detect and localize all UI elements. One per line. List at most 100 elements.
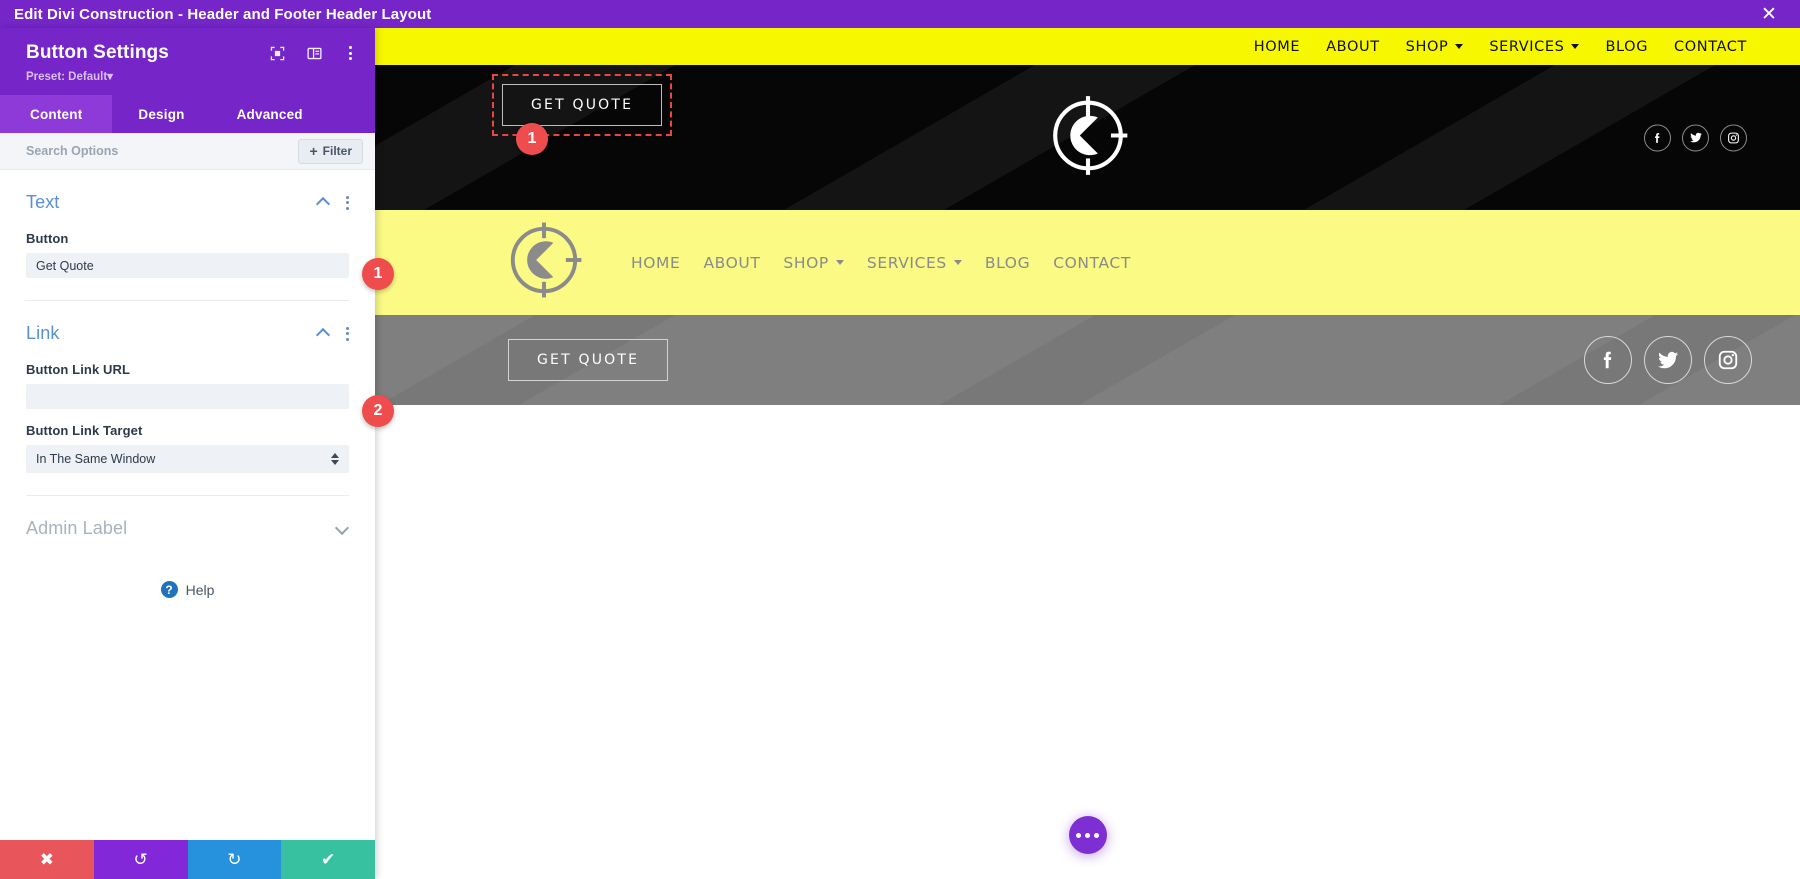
nav-item-services[interactable]: SERVICES [1489, 38, 1580, 55]
nav-label: SERVICES [866, 253, 947, 272]
chevron-up-icon[interactable] [317, 327, 330, 340]
callout-badge-1-preview: 1 [516, 123, 548, 155]
help-icon: ? [160, 581, 178, 598]
nav-item-home[interactable]: HOME [631, 254, 680, 272]
nav-item-blog[interactable]: BLOG [1605, 39, 1648, 55]
focus-target-icon[interactable] [270, 46, 285, 61]
nav-label: BLOG [984, 253, 1031, 272]
field-button-link-target: Button Link Target In The Same Window In… [26, 423, 349, 473]
tab-content[interactable]: Content [0, 95, 113, 133]
top-nav-list: HOME ABOUT SHOP SERVICES BLOG CONTACT [1254, 39, 1747, 55]
field-button-link-url-label: Button Link URL [26, 362, 131, 377]
nav-item-services[interactable]: SERVICES [867, 254, 962, 272]
preset-selector[interactable]: Preset: Default▾ [26, 69, 359, 83]
get-quote-button-secondary[interactable]: GET QUOTE [508, 339, 669, 381]
nav-item-shop[interactable]: SHOP [1406, 39, 1464, 55]
button-link-target-select[interactable]: In The Same Window In The New Tab [26, 445, 349, 473]
nav-label: BLOG [1605, 38, 1649, 55]
nav-label: ABOUT [1326, 38, 1380, 55]
help-label: Help [185, 581, 215, 598]
button-text-input[interactable] [26, 253, 349, 278]
hero-social-links [1644, 124, 1747, 151]
option-group-link-title: Link [26, 323, 60, 343]
preview-yellow-nav-section: HOME ABOUT SHOP SERVICES BLOG CONTACT [375, 210, 1800, 315]
chevron-down-icon [1571, 44, 1580, 49]
redo-button[interactable]: ↻ [187, 840, 282, 879]
facebook-icon[interactable] [1644, 124, 1671, 151]
settings-tabs: Content Design Advanced [0, 95, 375, 133]
nav-label: HOME [631, 253, 681, 272]
nav-label: SERVICES [1489, 38, 1565, 55]
layout-preview: HOME ABOUT SHOP SERVICES BLOG CONTACT GE… [375, 28, 1800, 879]
chevron-down-icon [835, 260, 844, 265]
nav-label: CONTACT [1053, 253, 1131, 272]
site-logo-dark [1047, 94, 1129, 181]
field-button-text: Button [26, 231, 349, 278]
field-button-link-url: Button Link URL [26, 362, 349, 409]
search-bar: + Filter [0, 133, 375, 170]
nav-item-about[interactable]: ABOUT [1326, 39, 1380, 55]
nav-item-blog[interactable]: BLOG [985, 254, 1030, 272]
get-quote-button[interactable]: GET QUOTE [502, 84, 663, 126]
chevron-down-icon [953, 260, 962, 265]
crosshair-logo-icon [1052, 95, 1127, 175]
preview-top-nav: HOME ABOUT SHOP SERVICES BLOG CONTACT [375, 28, 1800, 65]
preview-grey-section: GET QUOTE [375, 315, 1800, 405]
field-button-text-label: Button [26, 231, 69, 246]
option-group-link: Link Button Link URL Button Link Target … [0, 301, 375, 496]
tab-design[interactable]: Design [112, 95, 210, 133]
module-settings-panel: Button Settings Preset: Default▾ Content… [0, 28, 375, 879]
window-title: Edit Divi Construction - Header and Foot… [14, 5, 432, 23]
option-group-admin-label-title: Admin Label [26, 518, 128, 538]
panel-action-bar: ✖ ↺ ↻ ✔ [0, 840, 375, 879]
more-options-icon[interactable] [344, 44, 357, 62]
filter-label: Filter [322, 144, 352, 158]
option-group-link-header[interactable]: Link [26, 301, 349, 348]
twitter-icon[interactable] [1682, 124, 1709, 151]
plus-icon: + [309, 143, 318, 159]
preset-label: Preset: Default [26, 71, 108, 83]
help-link[interactable]: ? Help [0, 581, 375, 598]
filter-button[interactable]: + Filter [298, 138, 363, 164]
instagram-icon[interactable] [1720, 124, 1747, 151]
more-tools-icon[interactable] [1068, 816, 1107, 854]
close-icon[interactable]: ✕ [1752, 0, 1786, 28]
group-more-options-icon[interactable] [346, 195, 349, 210]
nav-item-contact[interactable]: CONTACT [1674, 39, 1747, 55]
window-title-bar: Edit Divi Construction - Header and Foot… [0, 0, 1800, 28]
option-group-text: Text Button [0, 170, 375, 301]
option-group-admin-label: Admin Label [0, 496, 375, 543]
nav-label: SHOP [1405, 38, 1449, 55]
option-group-text-title: Text [26, 192, 60, 212]
panel-header-icons [270, 44, 357, 62]
chevron-down-icon[interactable] [336, 522, 349, 535]
group-more-options-icon[interactable] [346, 326, 349, 341]
hero-inner: GET QUOTE [375, 65, 1800, 210]
settings-panel-header: Button Settings Preset: Default▾ [0, 28, 375, 95]
chevron-up-icon[interactable] [317, 196, 330, 209]
nav-item-home[interactable]: HOME [1254, 39, 1300, 55]
crosshair-logo-icon [510, 222, 582, 298]
nav-item-about[interactable]: ABOUT [703, 254, 760, 272]
callout-badge-2-panel: 2 [362, 395, 394, 427]
field-button-link-target-label: Button Link Target [26, 423, 143, 438]
facebook-icon[interactable] [1584, 336, 1632, 384]
nav-item-shop[interactable]: SHOP [783, 254, 844, 272]
tab-advanced[interactable]: Advanced [211, 95, 329, 133]
twitter-icon[interactable] [1644, 336, 1692, 384]
option-group-text-header[interactable]: Text [26, 170, 349, 217]
save-button[interactable]: ✔ [281, 840, 375, 879]
nav-label: CONTACT [1674, 38, 1747, 55]
cancel-button[interactable]: ✖ [0, 840, 94, 879]
callout-badge-1-panel: 1 [362, 258, 394, 290]
option-group-admin-label-header[interactable]: Admin Label [26, 496, 349, 543]
preset-caret-icon: ▾ [107, 71, 113, 83]
search-input[interactable] [26, 144, 299, 158]
chevron-down-icon [1455, 44, 1464, 49]
nav-item-contact[interactable]: CONTACT [1053, 254, 1131, 272]
button-link-url-input[interactable] [26, 384, 349, 409]
undo-button[interactable]: ↺ [93, 840, 188, 879]
nav-label: ABOUT [703, 253, 761, 272]
panel-layout-icon[interactable] [307, 46, 322, 61]
instagram-icon[interactable] [1704, 336, 1752, 384]
